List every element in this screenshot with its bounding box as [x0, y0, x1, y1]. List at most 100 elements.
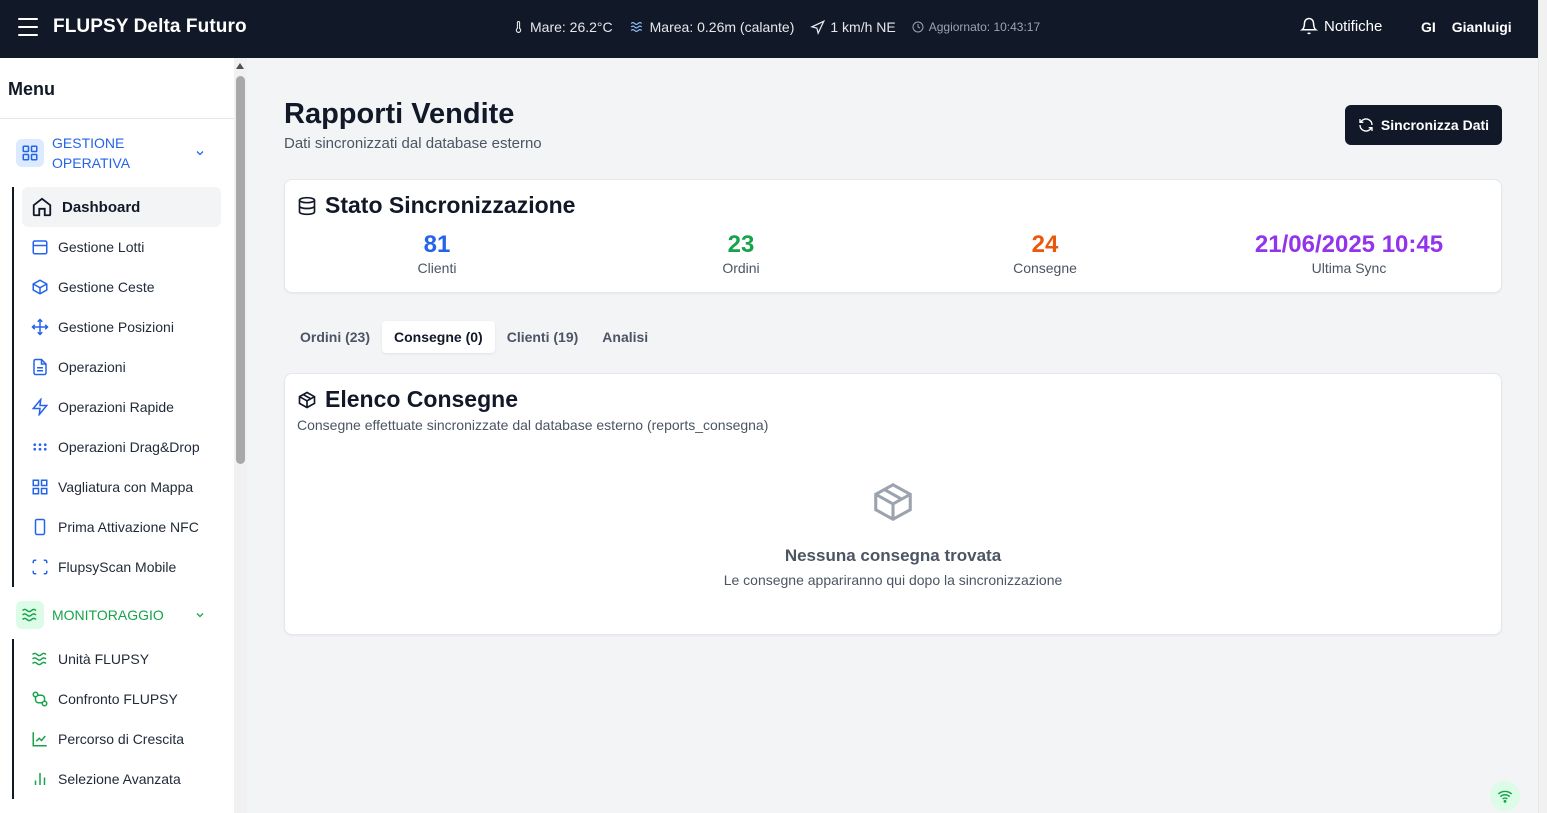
group-label: GESTIONE OPERATIVA — [52, 135, 131, 171]
sidebar-item-dashboard[interactable]: Dashboard — [22, 187, 221, 227]
sidebar-item-label: Confronto FLUPSY — [58, 691, 178, 707]
grid-icon — [32, 479, 48, 495]
sidebar-item-label: Unità FLUPSY — [58, 651, 150, 667]
scroll-up-arrow-icon[interactable] — [236, 63, 244, 69]
clock-icon — [912, 21, 924, 33]
move-icon — [31, 318, 49, 336]
user-menu[interactable]: GI Gianluigi — [1421, 19, 1512, 35]
stat-ordini: 23 Ordini — [589, 230, 893, 276]
tide-level: Marea: 0.26m (calante) — [649, 19, 795, 35]
menu-toggle-icon[interactable] — [18, 18, 38, 36]
sidebar-item-vagliatura-mappa[interactable]: Vagliatura con Mappa — [22, 467, 221, 507]
wifi-status-icon[interactable] — [1490, 781, 1520, 811]
line-chart-icon — [32, 732, 47, 747]
sidebar-item-flupsyscan-mobile[interactable]: FlupsyScan Mobile — [22, 547, 221, 587]
stat-label: Ordini — [722, 260, 760, 276]
deliveries-card: Elenco Consegne Consegne effettuate sinc… — [284, 373, 1502, 635]
sidebar-item-label: Percorso di Crescita — [58, 731, 185, 747]
home-icon — [32, 197, 52, 217]
top-bar: FLUPSY Delta Futuro Mare: 26.2°C Marea: … — [0, 0, 1538, 58]
stat-value: 21/06/2025 10:45 — [1254, 231, 1444, 258]
box-icon — [32, 279, 48, 295]
user-name: Gianluigi — [1451, 19, 1512, 35]
sidebar-item-gestione-ceste[interactable]: Gestione Ceste — [22, 267, 221, 307]
sidebar-item-label: Operazioni Drag&Drop — [58, 439, 200, 455]
tab-ordini[interactable]: Ordini (23) — [288, 321, 382, 353]
waves-icon — [31, 652, 47, 666]
group-monitoraggio[interactable]: MONITORAGGIO — [0, 591, 234, 639]
waves-icon — [16, 601, 44, 629]
tab-clienti[interactable]: Clienti (19) — [495, 321, 591, 353]
sidebar-item-label: Gestione Ceste — [58, 279, 155, 295]
sidebar-item-percorso-crescita[interactable]: Percorso di Crescita — [22, 719, 221, 759]
grip-icon — [33, 443, 47, 451]
sidebar-item-gestione-posizioni[interactable]: Gestione Posizioni — [22, 307, 221, 347]
smartphone-icon — [34, 518, 46, 536]
main-content: Rapporti Vendite Dati sincronizzati dal … — [247, 58, 1538, 813]
package-empty-icon — [874, 482, 912, 522]
sidebar-item-label: Prima Attivazione NFC — [58, 519, 199, 535]
sidebar-item-operazioni[interactable]: Operazioni — [22, 347, 221, 387]
refresh-icon — [1359, 118, 1373, 132]
sidebar-item-operazioni-drag-drop[interactable]: Operazioni Drag&Drop — [22, 427, 221, 467]
stat-value: 81 — [423, 231, 451, 258]
sidebar-item-label: Gestione Lotti — [58, 239, 145, 255]
empty-state-title: Nessuna consegna trovata — [784, 546, 1002, 565]
notifications-label: Notifiche — [1324, 17, 1383, 35]
sidebar-item-label: Selezione Avanzata — [58, 771, 181, 787]
zap-icon — [31, 398, 49, 416]
sidebar-item-gestione-lotti[interactable]: Gestione Lotti — [22, 227, 221, 267]
sidebar-item-prima-attivazione-nfc[interactable]: Prima Attivazione NFC — [22, 507, 221, 547]
sidebar-scrollbar[interactable] — [234, 58, 247, 813]
deliveries-subtitle: Consegne effettuate sincronizzate dal da… — [297, 417, 769, 433]
sidebar-item-label: Gestione Posizioni — [58, 319, 174, 335]
page-scrollbar[interactable] — [1538, 0, 1547, 813]
tab-analisi[interactable]: Analisi — [590, 321, 660, 353]
thermometer-icon — [515, 21, 522, 33]
card-title-text: Stato Sincronizzazione — [325, 192, 576, 218]
stat-label: Consegne — [1013, 260, 1077, 276]
chevron-down-icon[interactable] — [194, 147, 206, 159]
sidebar-item-label: Dashboard — [62, 198, 141, 216]
notifications-button[interactable]: Notifiche — [1300, 17, 1382, 35]
bell-icon — [1300, 17, 1318, 35]
sidebar-item-label: Vagliatura con Mappa — [58, 479, 194, 495]
stat-value: 23 — [727, 231, 755, 258]
group-gestione-operativa[interactable]: GESTIONE OPERATIVA — [0, 119, 234, 187]
database-icon — [298, 196, 316, 215]
sync-stats: 81 Clienti 23 Ordini 24 Consegne 21/06/2… — [285, 230, 1501, 276]
stat-label: Clienti — [417, 260, 457, 276]
sidebar-item-label: FlupsyScan Mobile — [58, 559, 177, 575]
card-title-text: Elenco Consegne — [325, 386, 518, 412]
last-updated: Aggiornato: 10:43:17 — [928, 20, 1041, 34]
tab-consegne[interactable]: Consegne (0) — [382, 321, 495, 353]
chevron-down-icon[interactable] — [194, 609, 206, 621]
page-title: Rapporti Vendite — [284, 98, 515, 130]
sidebar-item-label: Operazioni — [58, 359, 126, 375]
report-tabs: Ordini (23) Consegne (0) Clienti (19) An… — [284, 318, 665, 356]
file-text-icon — [33, 358, 47, 376]
sync-status-title: Stato Sincronizzazione — [297, 192, 575, 219]
monitoraggio-items: Unità FLUPSY Confronto FLUPSY Percorso d… — [12, 639, 234, 799]
scrollbar-thumb[interactable] — [236, 76, 245, 464]
weather-widget: Mare: 26.2°C Marea: 0.26m (calante) 1 km… — [512, 19, 1056, 35]
sidebar-item-confronto-flupsy[interactable]: Confronto FLUPSY — [22, 679, 221, 719]
sidebar-item-label: Operazioni Rapide — [58, 399, 174, 415]
sync-status-card: Stato Sincronizzazione 81 Clienti 23 Ord… — [284, 179, 1502, 293]
sync-data-button[interactable]: Sincronizza Dati — [1345, 105, 1502, 145]
stat-value: 24 — [1031, 231, 1059, 258]
sidebar-title: Menu — [0, 58, 234, 119]
stat-consegne: 24 Consegne — [893, 230, 1197, 276]
empty-state-subtitle: Le consegne appariranno qui dopo la sinc… — [723, 572, 1063, 588]
stat-clienti: 81 Clienti — [285, 230, 589, 276]
package-icon — [298, 391, 316, 408]
sync-button-label: Sincronizza Dati — [1380, 117, 1490, 133]
sidebar-item-unita-flupsy[interactable]: Unità FLUPSY — [22, 639, 221, 679]
stat-ultima-sync: 21/06/2025 10:45 Ultima Sync — [1197, 230, 1501, 276]
sidebar-item-operazioni-rapide[interactable]: Operazioni Rapide — [22, 387, 221, 427]
group-label: MONITORAGGIO — [52, 607, 164, 623]
sidebar-item-selezione-avanzata[interactable]: Selezione Avanzata — [22, 759, 221, 799]
sidebar: Menu GESTIONE OPERATIVA Dashboard Gestio… — [0, 58, 234, 813]
avatar: GI — [1421, 19, 1436, 35]
bar-chart-icon — [34, 773, 46, 785]
